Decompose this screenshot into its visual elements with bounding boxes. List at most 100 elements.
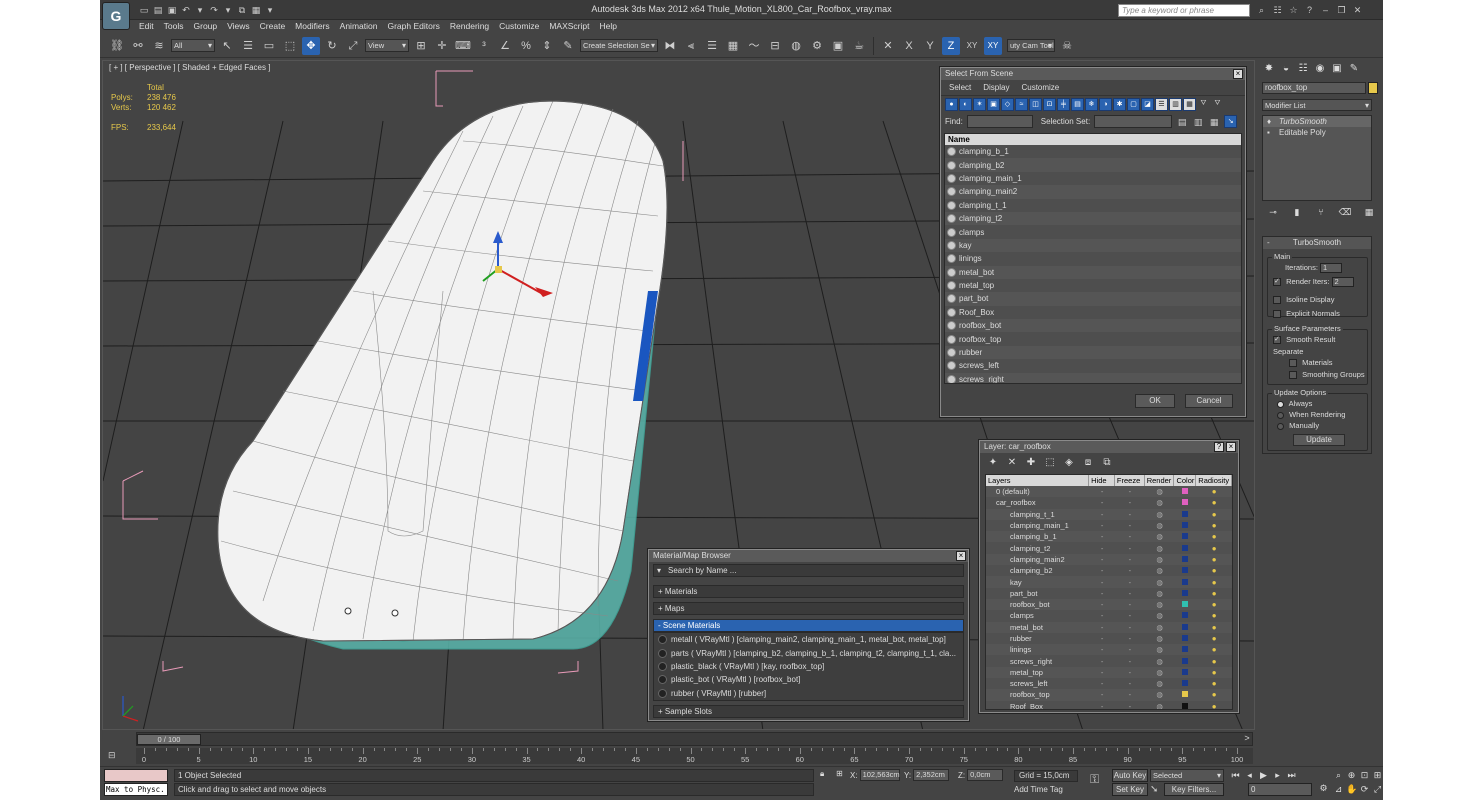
object-list-item[interactable]: part_bot (945, 292, 1241, 305)
axis-y-button[interactable]: Y (921, 37, 939, 55)
hide-toggle[interactable]: - (1089, 510, 1115, 519)
hide-toggle[interactable]: - (1089, 521, 1115, 530)
layer-color-cell[interactable] (1175, 657, 1197, 666)
utilities-tab-icon[interactable]: ✎ (1347, 62, 1361, 76)
rollout-title[interactable]: - TurboSmooth (1263, 237, 1371, 249)
shapes-filter-icon[interactable]: ◐ (959, 98, 972, 111)
edit-named-selection-icon[interactable]: ✎ (559, 37, 577, 55)
absolute-mode-icon[interactable]: ⊞ (836, 769, 843, 778)
hierarchy-view-icon[interactable]: ▥ (1169, 98, 1182, 111)
layer-color-cell[interactable] (1175, 532, 1197, 541)
freeze-toggle[interactable]: - (1115, 532, 1145, 541)
freeze-toggle[interactable]: - (1115, 645, 1145, 654)
mirror-icon[interactable]: ⧓ (661, 37, 679, 55)
select-move-icon[interactable]: ✥ (302, 36, 320, 55)
snaps-toggle-icon[interactable]: ³ (475, 37, 493, 55)
render-toggle-icon[interactable]: ◍ (1145, 544, 1175, 553)
current-frame-field[interactable]: 0 (1248, 783, 1312, 796)
render-toggle-icon[interactable]: ◍ (1145, 532, 1175, 541)
pan-icon[interactable]: ✋ (1346, 783, 1357, 795)
hide-toggle[interactable]: - (1089, 498, 1115, 507)
create-tab-icon[interactable]: ✸ (1262, 62, 1276, 76)
bind-space-warp-icon[interactable]: ≋ (150, 37, 168, 55)
hide-toggle[interactable]: - (1089, 600, 1115, 609)
layer-name[interactable]: linings (986, 645, 1089, 654)
selection-set-select-icon[interactable]: ↘ (1224, 115, 1238, 128)
track-bar[interactable]: 0 5 10 15 20 25 30 35 40 45 50 55 60 65 70 75 80 85 90 95 10… (136, 748, 1253, 764)
stack-item-turbosmooth[interactable]: ♦ TurboSmooth (1263, 116, 1371, 127)
reference-coordinate-dropdown[interactable]: View (365, 39, 409, 52)
render-toggle-icon[interactable]: ◍ (1145, 668, 1175, 677)
layer-row[interactable]: clamping_main_1- - ◍ ● (986, 519, 1232, 532)
layer-name[interactable]: part_bot (986, 589, 1089, 598)
close-icon[interactable]: × (1233, 69, 1243, 79)
layer-row[interactable]: rubber - - ◍ ● (986, 632, 1232, 645)
select-objects-in-layer-icon[interactable]: ⬚ (1043, 456, 1057, 470)
hide-toggle[interactable]: - (1089, 702, 1115, 709)
radiosity-bulb-icon[interactable]: ● (1196, 600, 1232, 609)
menu-modifiers[interactable]: Modifiers (290, 20, 334, 33)
layer-color-cell[interactable] (1175, 510, 1197, 519)
freeze-toggle[interactable]: - (1115, 555, 1145, 564)
section-maps[interactable]: + Maps (653, 602, 964, 615)
render-production-icon[interactable]: ☕ (850, 37, 868, 55)
layer-color-cell[interactable] (1175, 555, 1197, 564)
when-rendering-radio[interactable] (1277, 411, 1284, 419)
col-color[interactable]: Color (1174, 475, 1197, 486)
app-logo[interactable]: G (102, 2, 130, 30)
freeze-toggle[interactable]: - (1115, 578, 1145, 587)
menu-tools[interactable]: Tools (159, 20, 189, 33)
columns-icon[interactable]: ▦ (1183, 98, 1196, 111)
axis-xy-button[interactable]: XY (963, 37, 981, 55)
z-value[interactable]: 0,0cm (967, 769, 1004, 781)
transform-gizmo-icon[interactable]: ✕ (879, 37, 897, 55)
graphite-tools-icon[interactable]: ▦ (724, 37, 742, 55)
menu-group[interactable]: Group (189, 20, 223, 33)
select-by-name-icon[interactable]: ☰ (239, 37, 257, 55)
col-render[interactable]: Render (1145, 475, 1175, 486)
object-list-item[interactable]: clamping_t2 (945, 212, 1241, 225)
selection-set-remove-icon[interactable]: ▦ (1208, 116, 1220, 128)
object-list-item[interactable]: Roof_Box (945, 305, 1241, 320)
layer-name[interactable]: screws_right (986, 657, 1089, 666)
xrefs-filter-icon[interactable]: ⊡ (1043, 98, 1056, 111)
layer-row[interactable]: car_roofbox - - ◍ ● (986, 497, 1232, 509)
layer-row[interactable]: clamping_b2- - ◍ ● (986, 565, 1232, 577)
layer-row[interactable]: kay - - ◍ ● (986, 576, 1232, 587)
freeze-toggle[interactable]: - (1115, 690, 1145, 699)
radiosity-bulb-icon[interactable]: ● (1196, 521, 1232, 530)
smooth-result-checkbox[interactable]: ✓ (1273, 336, 1281, 345)
scene-material-item[interactable]: parts ( VRayMtl ) [clamping_b2, clamping… (654, 646, 963, 659)
column-header-name[interactable]: Name (945, 134, 1241, 145)
layer-color-cell[interactable] (1175, 668, 1197, 677)
stack-item-editable-poly[interactable]: ▪ Editable Poly (1263, 127, 1371, 138)
radiosity-bulb-icon[interactable]: ● (1196, 702, 1232, 709)
redo-icon[interactable]: ↷ (208, 4, 220, 16)
render-toggle-icon[interactable]: ◍ (1145, 498, 1175, 507)
menu-maxscript[interactable]: MAXScript (544, 20, 594, 33)
ok-button[interactable]: OK (1135, 394, 1175, 408)
search-options-icon[interactable]: ▾ (657, 565, 661, 576)
scene-material-item[interactable]: plastic_black ( VRayMtl ) [kay, roofbox_… (654, 660, 963, 673)
layer-name[interactable]: clamping_b2 (986, 566, 1089, 575)
time-slider-thumb[interactable]: 0 / 100 (137, 734, 201, 745)
go-to-start-icon[interactable]: ⏮ (1230, 769, 1241, 781)
layer-row[interactable]: screws_left - - ◍ ● (986, 678, 1232, 690)
selection-set-edit-icon[interactable]: ▤ (1176, 116, 1188, 128)
freeze-toggle[interactable]: - (1115, 679, 1145, 688)
spinner-snap-icon[interactable]: ⇕ (538, 37, 556, 55)
render-toggle-icon[interactable]: ◍ (1145, 578, 1175, 587)
field-of-view-icon[interactable]: ⊿ (1333, 783, 1344, 795)
radiosity-bulb-icon[interactable]: ● (1196, 532, 1232, 541)
object-list-item[interactable]: clamping_b2 (945, 158, 1241, 171)
col-hide[interactable]: Hide (1089, 475, 1115, 486)
menu-animation[interactable]: Animation (335, 20, 383, 33)
object-color-swatch[interactable] (1368, 82, 1378, 94)
time-slider[interactable]: 0 / 100 > (136, 732, 1253, 746)
selection-filter-dropdown[interactable]: All (171, 39, 215, 52)
layer-row[interactable]: metal_bot - - ◍ ● (986, 622, 1232, 633)
freeze-all-layers-icon[interactable]: ⧉ (1100, 456, 1114, 470)
freeze-toggle[interactable]: - (1115, 521, 1145, 530)
maximize-viewport-icon[interactable]: ⤢ (1372, 783, 1383, 795)
freeze-toggle[interactable]: - (1115, 566, 1145, 575)
